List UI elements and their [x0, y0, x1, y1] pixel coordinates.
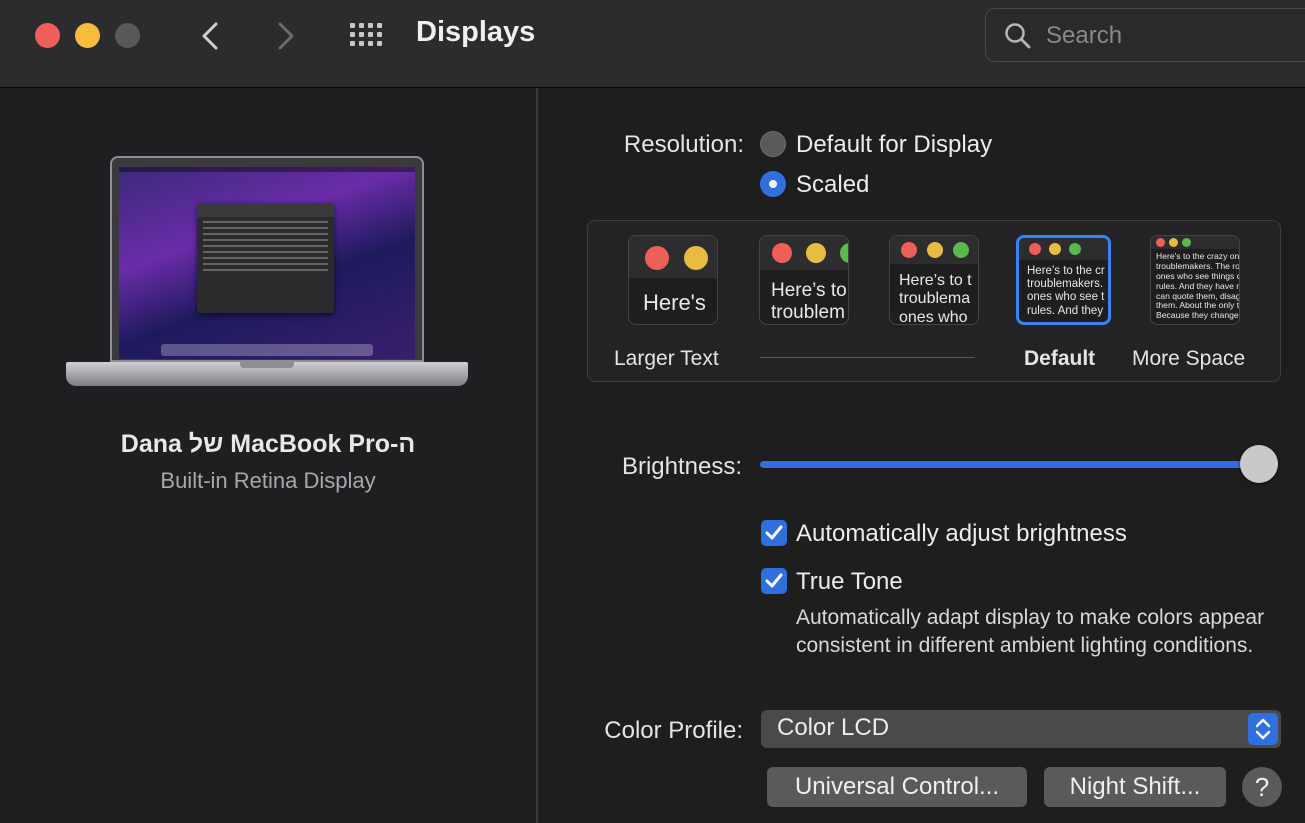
checkmark-icon — [765, 573, 783, 588]
brightness-slider-knob[interactable] — [1240, 445, 1278, 483]
device-subtitle: Built-in Retina Display — [160, 468, 376, 493]
title-bar: Displays — [0, 0, 1305, 88]
zoom-button — [115, 23, 140, 48]
brightness-label: Brightness: — [621, 453, 742, 480]
true-tone-description: Automatically adapt display to make colo… — [796, 606, 1265, 657]
help-button[interactable]: ? — [1242, 767, 1282, 807]
resolution-label: Resolution: — [623, 131, 744, 158]
radio-scaled-label[interactable]: Scaled — [796, 171, 869, 199]
close-button[interactable] — [35, 23, 60, 48]
scale-option-default[interactable]: Here’s to the cr troublemakers. ones who… — [1016, 235, 1111, 325]
night-shift-button[interactable]: Night Shift... — [1044, 767, 1226, 807]
checkmark-icon — [765, 525, 783, 540]
more-space-label: More Space — [1132, 347, 1246, 370]
pane-divider — [536, 88, 538, 823]
scale-option-larger-text[interactable]: Here's — [628, 235, 718, 325]
thumb-text: Here’s to the cr troublemakers. ones who… — [1027, 265, 1105, 317]
forward-button[interactable] — [266, 16, 306, 56]
color-profile-label: Color Profile: — [604, 717, 743, 744]
show-all-grid-icon[interactable] — [348, 18, 388, 54]
universal-control-button[interactable]: Universal Control... — [767, 767, 1027, 807]
macbook-image — [66, 156, 468, 396]
true-tone-checkbox[interactable] — [761, 568, 787, 594]
default-label: Default — [1024, 347, 1096, 370]
window-title: Displays — [416, 16, 536, 48]
search-input[interactable] — [1044, 19, 1298, 53]
color-profile-value: Color LCD — [777, 714, 890, 741]
scale-option-2[interactable]: Here’s to troublem — [759, 235, 849, 325]
chevron-left-icon — [202, 22, 218, 50]
scale-divider-line — [760, 357, 975, 358]
radio-default-for-display-label[interactable]: Default for Display — [796, 131, 992, 159]
thumb-text: Here’s to troublem — [771, 280, 847, 323]
popup-chevrons-icon — [1248, 713, 1278, 745]
brightness-slider[interactable] — [760, 461, 1260, 468]
thumb-text: Here's to the crazy one troublemakers. T… — [1156, 251, 1240, 321]
search-icon — [1005, 23, 1031, 49]
device-name: Dana של MacBook Pro-ה — [120, 430, 416, 458]
radio-scaled[interactable] — [760, 171, 786, 197]
back-button[interactable] — [190, 16, 230, 56]
thumb-text: Here's — [643, 290, 706, 315]
auto-brightness-label[interactable]: Automatically adjust brightness — [796, 520, 1127, 548]
color-profile-popup[interactable]: Color LCD — [761, 710, 1281, 748]
search-field[interactable] — [985, 8, 1305, 62]
minimize-button[interactable] — [75, 23, 100, 48]
radio-default-for-display[interactable] — [760, 131, 786, 157]
larger-text-label: Larger Text — [614, 347, 719, 370]
scale-option-more-space[interactable]: Here's to the crazy one troublemakers. T… — [1150, 235, 1240, 325]
auto-brightness-checkbox[interactable] — [761, 520, 787, 546]
true-tone-label[interactable]: True Tone — [796, 568, 903, 596]
scale-option-3[interactable]: Here’s to t troublema ones who — [889, 235, 979, 325]
thumb-text: Here’s to t troublema ones who — [899, 272, 972, 325]
chevron-right-icon — [278, 22, 294, 50]
